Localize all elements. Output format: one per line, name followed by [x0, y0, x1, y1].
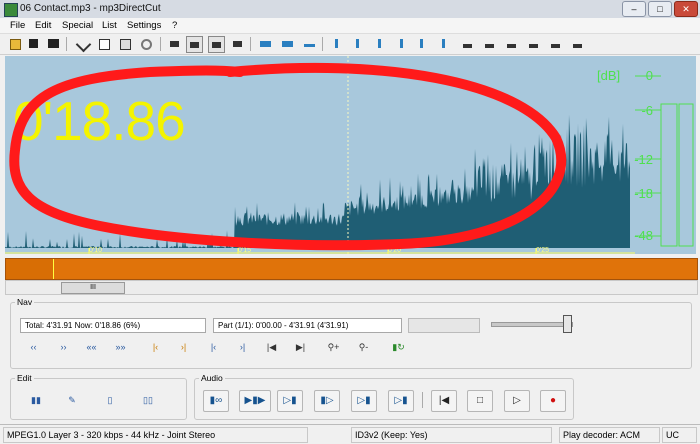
total-now-field: Total: 4'31.91 Now: 0'18.86 (6%) [20, 318, 206, 333]
overview-bar[interactable] [5, 258, 698, 280]
time-tick-label: 0'25 [536, 247, 550, 254]
overview-visible-region[interactable] [6, 259, 54, 279]
db-label-18: -18 [634, 186, 653, 201]
view-full-icon[interactable] [208, 36, 225, 53]
zoom-out-icon[interactable]: ⚲- [356, 340, 371, 355]
db-title: [dB] [597, 68, 621, 83]
menu-help[interactable]: ? [172, 20, 177, 31]
waveform-graph [5, 56, 694, 254]
edit-fade-icon[interactable]: ▯▯ [138, 393, 158, 408]
normalize-icon[interactable] [301, 36, 316, 51]
play-range-icon[interactable]: ▷▮ [388, 390, 414, 412]
status-bar: MPEG1.0 Layer 3 - 320 kbps - 44 kHz - Jo… [0, 424, 700, 444]
menu-settings[interactable]: Settings [127, 20, 161, 31]
waveform-view[interactable]: 0'18.86 [dB] 0 -6 -12 -18 -48 0'10 0'15 … [5, 56, 696, 254]
edit-paint-icon[interactable]: ✎ [62, 393, 82, 408]
app-icon [4, 3, 18, 17]
minimize-button[interactable]: – [622, 1, 646, 17]
menu-special[interactable]: Special [62, 20, 93, 31]
fade-icon[interactable] [279, 36, 294, 51]
cue-next-icon[interactable] [372, 36, 387, 51]
status-tag: ID3v2 (Keep: Yes) [351, 427, 552, 443]
save-icon[interactable] [26, 36, 41, 51]
next-selection-icon[interactable]: ›| [176, 340, 191, 355]
title-bar: 06 Contact.mp3 - mp3DirectCut – □ ✕ [0, 0, 700, 18]
goto-last-icon[interactable]: ▶| [293, 340, 308, 355]
open-icon[interactable] [7, 36, 22, 51]
play-selection-icon[interactable]: ▶▮▶ [239, 390, 271, 412]
menu-file[interactable]: File [10, 20, 25, 31]
zoom-in-icon[interactable]: ⚲+ [326, 340, 341, 355]
cue-prev-icon[interactable] [350, 36, 365, 51]
time-tick-label: 0'15 [238, 247, 252, 254]
db-label-48: -48 [634, 228, 653, 243]
view-normal-icon[interactable] [167, 36, 182, 51]
nav-legend: Nav [17, 297, 33, 307]
cut-icon[interactable] [75, 36, 92, 53]
volume-meter-icon[interactable] [257, 36, 272, 51]
play-loop-icon[interactable]: ▮↻ [391, 340, 406, 355]
nav-forward-large-icon[interactable]: »» [113, 340, 128, 355]
position-timecode: 0'18.86 [13, 90, 186, 152]
toolbar [0, 34, 700, 55]
part-field: Part (1/1): 0'00.00 - 4'31.91 (4'31.91) [213, 318, 402, 333]
db-label-6: -6 [641, 103, 653, 118]
goto-end-icon[interactable]: ›| [235, 340, 250, 355]
marker-plus-plus-icon[interactable] [548, 36, 563, 51]
menu-edit[interactable]: Edit [35, 20, 51, 31]
marker-plus-icon[interactable] [526, 36, 541, 51]
db-label-12: -12 [634, 152, 653, 167]
status-mode: UC [662, 427, 697, 443]
play-all-icon[interactable]: ▮∞ [203, 390, 229, 412]
status-format: MPEG1.0 Layer 3 - 320 kbps - 44 kHz - Jo… [3, 427, 308, 443]
time-tick-label: 0'10 [89, 247, 103, 254]
close-button[interactable]: ✕ [674, 1, 698, 17]
marker-remove-icon[interactable] [504, 36, 519, 51]
save-all-icon[interactable] [45, 36, 60, 51]
view-split-icon[interactable] [230, 36, 245, 51]
scrollbar-thumb[interactable]: III [61, 282, 125, 294]
status-decoder: Play decoder: ACM [559, 427, 660, 443]
horizontal-scrollbar[interactable]: III [5, 280, 698, 295]
marker-all-icon[interactable] [570, 36, 585, 51]
menu-list[interactable]: List [102, 20, 117, 31]
goto-begin-icon[interactable]: |◀ [264, 340, 279, 355]
window-controls: – □ ✕ [622, 1, 698, 17]
maximize-button[interactable]: □ [648, 1, 672, 17]
nav-group: Nav [10, 297, 692, 369]
paste-icon[interactable] [117, 36, 132, 51]
goto-start-icon[interactable]: |‹ [206, 340, 221, 355]
nav-progress [408, 318, 480, 333]
nav-back-small-icon[interactable]: ‹‹ [26, 340, 41, 355]
marker-add-icon[interactable] [482, 36, 497, 51]
view-zoom-icon[interactable] [186, 36, 203, 53]
edit-legend: Edit [17, 373, 32, 383]
play-from-cue-icon[interactable]: ▮▷ [314, 390, 340, 412]
cue-split-icon[interactable] [394, 36, 409, 51]
audio-legend: Audio [201, 373, 223, 383]
play-to-cue-icon[interactable]: ▷▮ [277, 390, 303, 412]
cue-move-icon[interactable] [414, 36, 429, 51]
stop-icon[interactable]: □ [467, 390, 493, 412]
menu-bar: File Edit Special List Settings ? [0, 18, 700, 34]
skip-to-start-icon[interactable]: |◀ [431, 390, 457, 412]
nav-forward-small-icon[interactable]: ›› [56, 340, 71, 355]
window-title: 06 Contact.mp3 - mp3DirectCut [20, 3, 161, 14]
volume-slider-track[interactable] [491, 322, 573, 327]
play-around-cue-icon[interactable]: ▷▮ [351, 390, 377, 412]
marker-icon[interactable] [460, 36, 475, 51]
edit-level-icon[interactable]: ▯ [100, 393, 120, 408]
prev-selection-icon[interactable]: |‹ [148, 340, 163, 355]
cue-icon[interactable] [329, 36, 344, 51]
cue-delete-icon[interactable] [436, 36, 451, 51]
play-icon[interactable]: ▷ [504, 390, 530, 412]
edit-trim-icon[interactable]: ▮▮ [26, 393, 46, 408]
copy-icon[interactable] [96, 36, 111, 51]
time-tick-label: 0'20 [388, 247, 402, 254]
record-icon[interactable]: ● [540, 390, 566, 412]
undo-icon[interactable] [138, 36, 153, 51]
db-label-0: 0 [645, 68, 653, 83]
volume-slider-thumb[interactable] [563, 315, 572, 333]
nav-back-large-icon[interactable]: «« [84, 340, 99, 355]
